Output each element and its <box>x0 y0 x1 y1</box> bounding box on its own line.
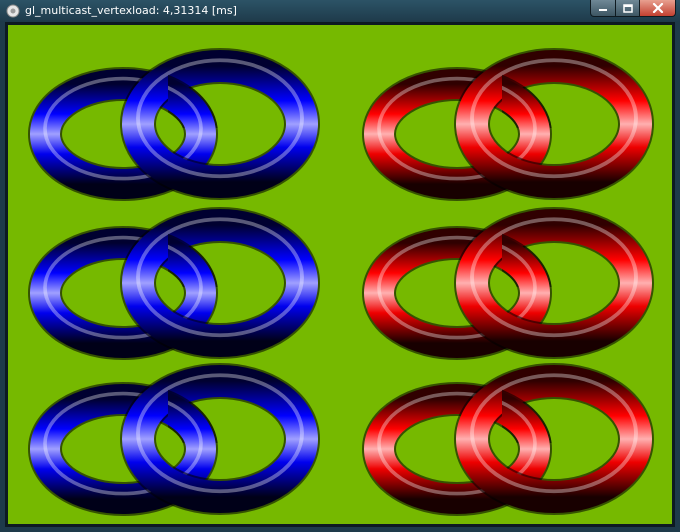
render-viewport[interactable] <box>8 25 672 524</box>
right-view <box>362 48 654 516</box>
gl-app-icon[interactable] <box>5 3 21 19</box>
red-torus-front <box>454 207 654 359</box>
maximize-button[interactable] <box>615 0 640 17</box>
close-icon <box>652 3 663 13</box>
title-bar[interactable]: gl_multicast_vertexload: 4,31314 [ms] <box>0 0 680 22</box>
red-torus-front <box>454 363 654 515</box>
app-window: gl_multicast_vertexload: 4,31314 [ms] <box>0 0 680 532</box>
minimize-icon <box>599 9 607 11</box>
render-canvas <box>28 48 654 516</box>
window-title: gl_multicast_vertexload: 4,31314 [ms] <box>25 4 237 17</box>
maximize-icon <box>622 3 633 13</box>
left-view <box>28 48 320 516</box>
blue-torus-front <box>120 48 320 200</box>
minimize-button[interactable] <box>590 0 616 17</box>
blue-torus-front <box>120 207 320 359</box>
blue-torus-front <box>120 363 320 515</box>
red-torus-front <box>454 48 654 200</box>
close-button[interactable] <box>639 0 676 17</box>
